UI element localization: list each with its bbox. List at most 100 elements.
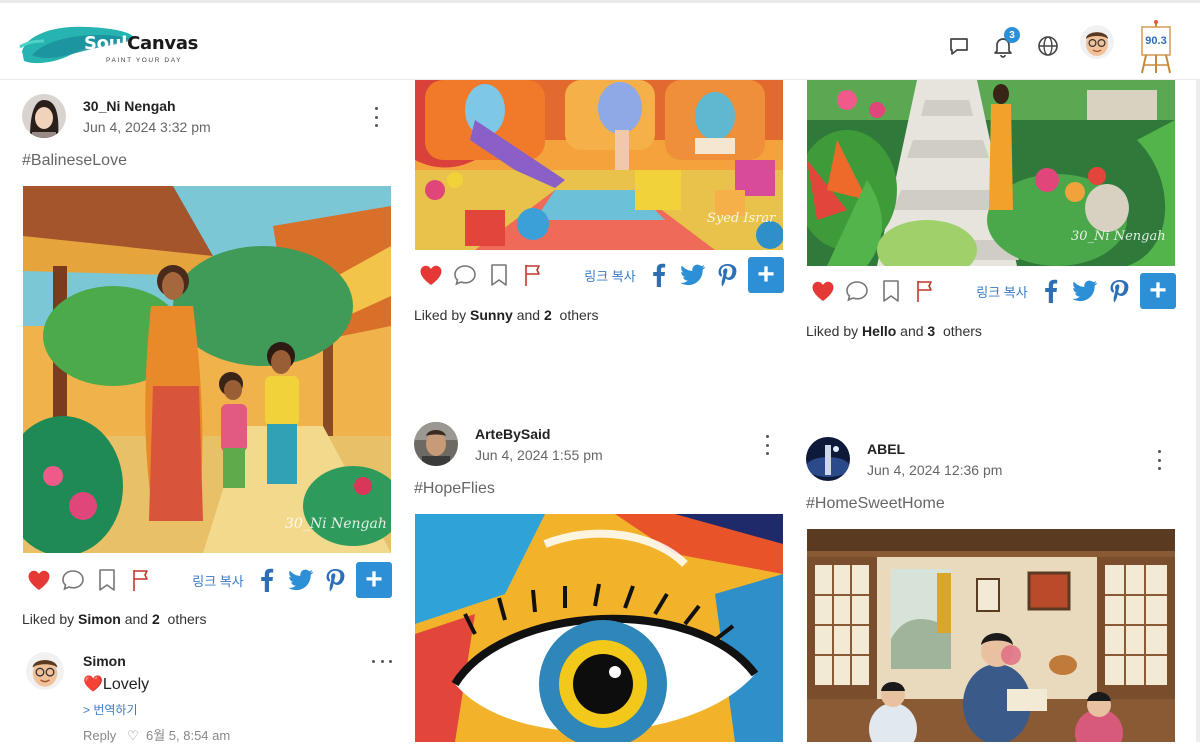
commenter-name[interactable]: Simon: [83, 653, 126, 669]
author-name[interactable]: 30_Ni Nengah: [83, 98, 176, 114]
facebook-share-button[interactable]: [256, 562, 278, 598]
report-button[interactable]: [910, 273, 940, 309]
author-name[interactable]: ABEL: [867, 441, 905, 457]
pinterest-share-button[interactable]: [714, 257, 740, 293]
twitter-share-button[interactable]: [1070, 273, 1100, 309]
facebook-share-button[interactable]: [1040, 273, 1062, 309]
soulcanvas-logo[interactable]: SoulCanvas PAINT YOUR DAY: [18, 19, 198, 67]
post-card: 30_Ni Nengah 링크 복사 + Liked by Hello and: [806, 80, 1178, 356]
post-hashtag[interactable]: #HopeFlies: [414, 480, 495, 498]
author-avatar[interactable]: [806, 437, 850, 481]
comment-button[interactable]: [842, 273, 872, 309]
copy-link-button[interactable]: 링크 복사: [582, 257, 638, 293]
liked-count[interactable]: 2: [544, 307, 552, 323]
dot-icon: [1157, 467, 1161, 470]
liked-suffix[interactable]: others: [168, 611, 207, 627]
post-artwork-image[interactable]: [415, 514, 783, 742]
image-signature: 30_Ni Nengah: [1071, 229, 1166, 244]
language-button[interactable]: [1035, 33, 1061, 59]
post-artwork-image[interactable]: [807, 529, 1175, 742]
add-to-collection-button[interactable]: +: [748, 257, 784, 293]
add-to-collection-button[interactable]: +: [356, 562, 392, 598]
pinterest-icon: [326, 569, 345, 592]
author-avatar[interactable]: [22, 94, 66, 138]
copy-link-button[interactable]: 링크 복사: [974, 273, 1030, 309]
translate-link[interactable]: > 번역하기: [83, 701, 138, 718]
bookmark-button[interactable]: [876, 273, 906, 309]
author-photo: [414, 422, 458, 466]
liked-by-user-link[interactable]: Hello: [862, 323, 896, 339]
liked-by-user-link[interactable]: Sunny: [470, 307, 513, 323]
like-button[interactable]: [416, 257, 446, 293]
commenter-avatar[interactable]: [26, 652, 64, 690]
image-signature: Syed Israr: [707, 211, 776, 226]
liked-count[interactable]: 3: [927, 323, 935, 339]
post-date: Jun 4, 2024 1:55 pm: [475, 447, 603, 463]
dot-icon: [1157, 450, 1161, 453]
liked-count[interactable]: 2: [152, 611, 160, 627]
report-button[interactable]: [126, 562, 156, 598]
dot-icon: [765, 452, 769, 455]
twitter-share-button[interactable]: [678, 257, 708, 293]
comment-time: 6월 5, 8:54 am: [145, 728, 231, 743]
comment-button[interactable]: [58, 562, 88, 598]
comment-button[interactable]: [450, 257, 480, 293]
liked-suffix[interactable]: others: [943, 323, 982, 339]
easel-icon: [1141, 20, 1171, 74]
like-button[interactable]: [24, 562, 54, 598]
comment-heart-icon[interactable]: ♡: [127, 728, 139, 743]
top-navigation-bar: SoulCanvas PAINT YOUR DAY 3 90.3: [0, 0, 1200, 80]
bookmark-button[interactable]: [484, 257, 514, 293]
twitter-share-button[interactable]: [286, 562, 316, 598]
comment-more-button[interactable]: [372, 659, 392, 663]
post-artwork-image[interactable]: Syed Israr: [415, 80, 783, 250]
heart-icon: [28, 570, 50, 590]
pinterest-share-button[interactable]: [322, 562, 348, 598]
bookmark-button[interactable]: [92, 562, 122, 598]
garden-path-painting: 30_Ni Nengah: [807, 80, 1175, 266]
user-avatar[interactable]: [1080, 25, 1114, 59]
author-name[interactable]: ArteBySaid: [475, 426, 550, 442]
comment-item: Simon ❤️Lovely > 번역하기 Reply ♡ 6월 5, 8:54…: [22, 650, 394, 743]
report-button[interactable]: [518, 257, 548, 293]
post-hashtag[interactable]: #BalineseLove: [22, 152, 127, 170]
liked-by-text: Liked by Simon and 2 others: [22, 611, 206, 627]
children-playroom-painting: Syed Israr: [415, 80, 783, 250]
points-value: 90.3: [1145, 35, 1167, 47]
copy-link-button[interactable]: 링크 복사: [190, 562, 246, 598]
reply-button[interactable]: Reply: [83, 728, 116, 743]
post-card: ArteBySaid Jun 4, 2024 1:55 pm #HopeFlie…: [414, 422, 786, 742]
bookmark-icon: [99, 569, 115, 591]
points-easel[interactable]: 90.3: [1136, 19, 1176, 75]
scrollbar-track[interactable]: [1196, 80, 1200, 742]
flag-icon: [133, 570, 148, 591]
dot-icon: [389, 659, 392, 663]
author-photo: [22, 94, 66, 138]
pinterest-icon: [718, 264, 737, 287]
liked-by-text: Liked by Hello and 3 others: [806, 323, 982, 339]
memoji-avatar-image: [1080, 25, 1114, 59]
notifications-button[interactable]: 3: [990, 27, 1020, 59]
add-to-collection-button[interactable]: +: [1140, 273, 1176, 309]
pinterest-share-button[interactable]: [1106, 273, 1132, 309]
plus-icon: +: [757, 258, 775, 291]
facebook-icon: [653, 263, 666, 287]
twitter-bird-icon: [680, 264, 706, 286]
memoji-avatar-image: [26, 652, 64, 690]
messages-button[interactable]: [946, 33, 972, 59]
facebook-share-button[interactable]: [648, 257, 670, 293]
korean-home-painting: [807, 529, 1175, 742]
more-options-button[interactable]: [368, 107, 384, 127]
post-artwork-image[interactable]: 30_Ni Nengah: [807, 80, 1175, 266]
dot-icon: [372, 659, 375, 663]
liked-by-user-link[interactable]: Simon: [78, 611, 121, 627]
liked-suffix[interactable]: others: [560, 307, 599, 323]
like-button[interactable]: [808, 273, 838, 309]
more-options-button[interactable]: [1151, 450, 1167, 470]
liked-prefix: Liked by: [22, 611, 75, 627]
more-options-button[interactable]: [759, 435, 775, 455]
post-hashtag[interactable]: #HomeSweetHome: [806, 495, 945, 513]
post-artwork-image[interactable]: 30_Ni Nengah: [23, 186, 391, 553]
dot-icon: [765, 443, 769, 447]
author-avatar[interactable]: [414, 422, 458, 466]
